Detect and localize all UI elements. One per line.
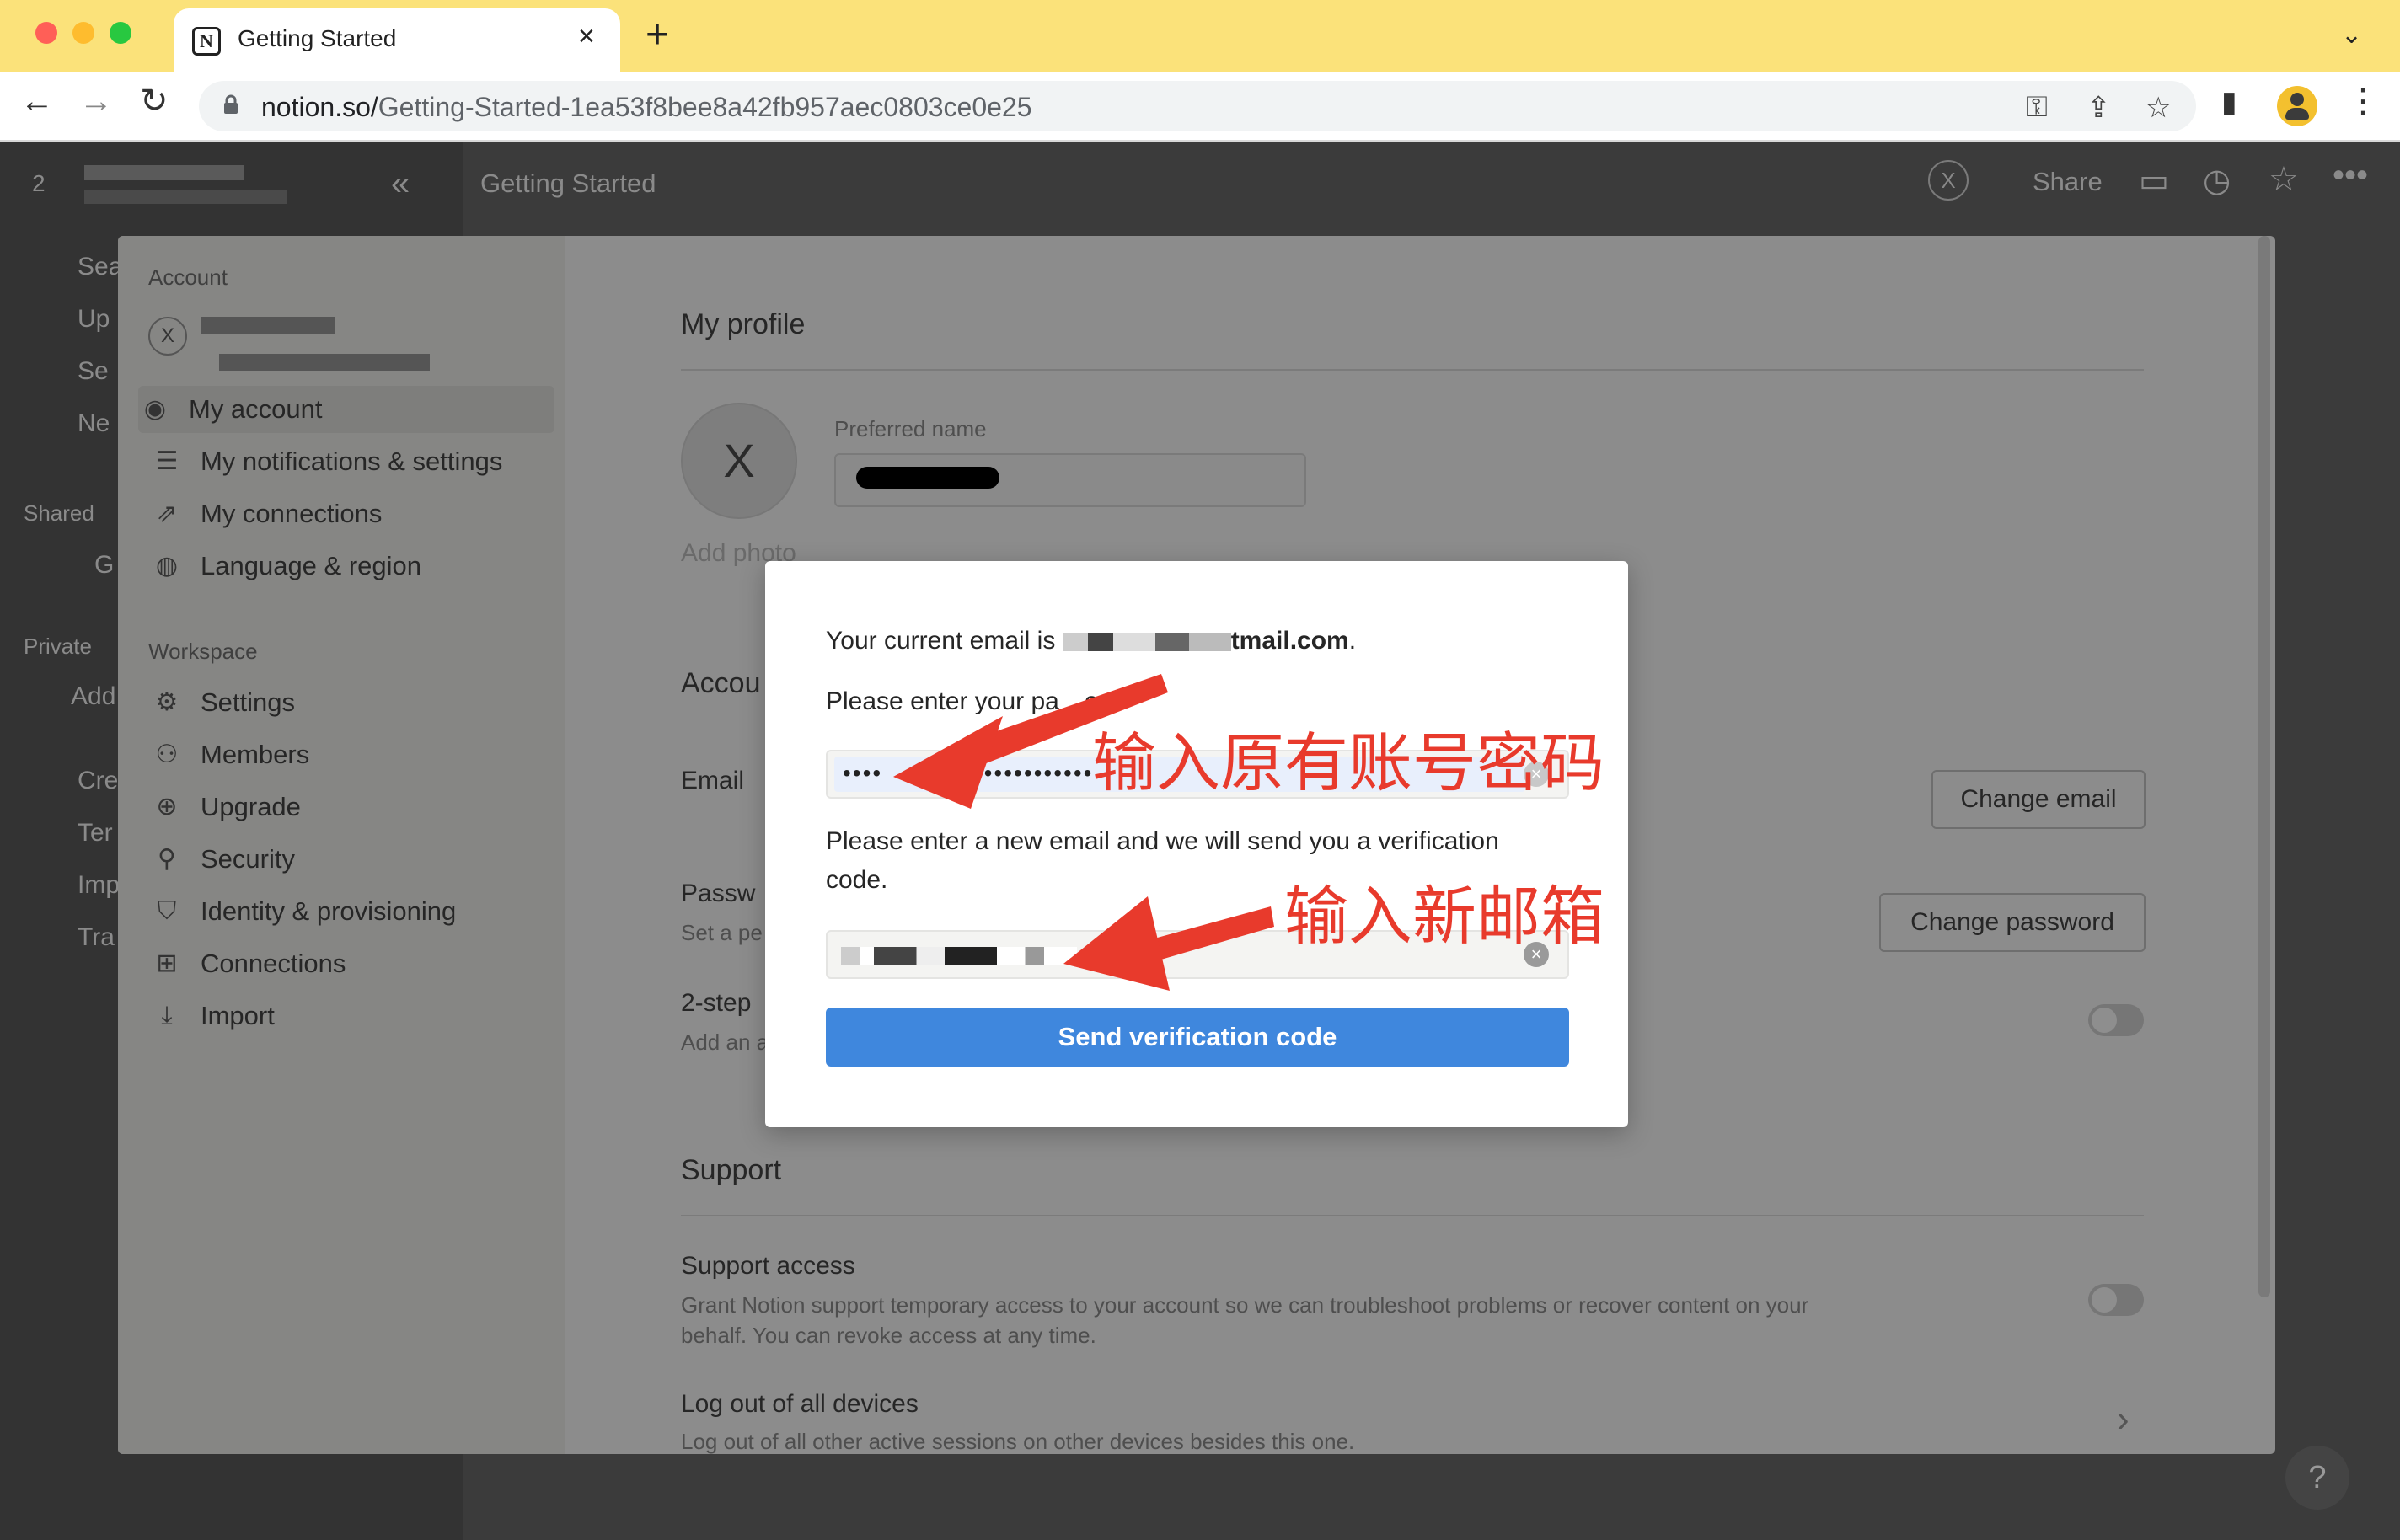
email-arrow-icon <box>1063 896 1274 991</box>
email-annotation-text: 输入新邮箱 <box>1284 879 1604 954</box>
password-annotation-text: 输入原有账号密码 <box>1092 725 1604 800</box>
